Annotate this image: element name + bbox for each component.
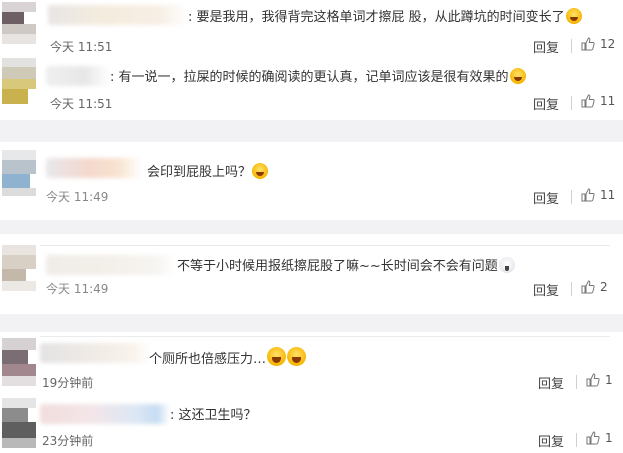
comment-text: : 这还卫生吗？ [170, 408, 257, 423]
comment-text: 不等于小时候用报纸擦屁股了嘛~~长时间会不会有问题 [177, 257, 515, 276]
reply-button[interactable]: 回复 [533, 280, 559, 299]
like-count: 2 [600, 280, 608, 294]
username-blurred[interactable] [46, 255, 176, 275]
section-gap [0, 220, 623, 234]
reply-button[interactable]: 回复 [533, 94, 559, 113]
timestamp: 19分钟前 [42, 376, 94, 390]
reply-button[interactable]: 回复 [533, 37, 559, 56]
section-gap [0, 120, 623, 142]
timestamp: 今天 11:51 [50, 40, 113, 54]
like-button[interactable]: 1 [586, 373, 613, 387]
section-gap [0, 314, 623, 332]
laugh-emoji [287, 347, 307, 366]
avatar[interactable] [2, 398, 36, 448]
thumbs-up-icon [581, 280, 595, 294]
like-count: 12 [600, 37, 616, 51]
avatar[interactable] [2, 2, 36, 44]
like-count: 11 [600, 94, 616, 108]
thumbs-up-icon [581, 37, 595, 51]
laugh-emoji [267, 347, 287, 366]
comment-3 [0, 142, 623, 220]
laugh-emoji [565, 8, 582, 24]
timestamp: 23分钟前 [42, 434, 94, 448]
like-count: 1 [605, 373, 613, 387]
timestamp: 今天 11:49 [46, 190, 109, 204]
username-blurred[interactable] [48, 5, 188, 25]
timestamp: 今天 11:51 [50, 97, 113, 111]
divider [571, 39, 572, 53]
divider [571, 190, 572, 204]
avatar[interactable] [2, 150, 36, 196]
divider [571, 282, 572, 296]
username-blurred[interactable] [40, 404, 170, 424]
thumbs-up-icon [586, 373, 600, 387]
comment-text: : 有一说一，拉屎的时候的确阅读的更认真，记单词应该是很有效果的 [110, 68, 526, 87]
username-blurred[interactable] [46, 66, 110, 86]
comment-text: 会印到屁股上吗？ [147, 163, 269, 182]
divider [571, 96, 572, 110]
avatar[interactable] [2, 58, 36, 104]
thumbs-up-icon [581, 188, 595, 202]
like-button[interactable]: 12 [581, 37, 615, 51]
timestamp: 今天 11:49 [46, 282, 109, 296]
reply-button[interactable]: 回复 [538, 431, 564, 450]
avatar[interactable] [2, 338, 36, 386]
divider [40, 245, 610, 246]
like-count: 1 [605, 431, 613, 445]
laugh-emoji [252, 163, 269, 179]
divider [576, 433, 577, 447]
like-button[interactable]: 11 [581, 188, 615, 202]
username-blurred[interactable] [40, 343, 150, 363]
like-button[interactable]: 2 [581, 280, 608, 294]
reply-button[interactable]: 回复 [538, 373, 564, 392]
thumbs-up-icon [586, 431, 600, 445]
username-blurred[interactable] [46, 158, 142, 178]
divider [576, 375, 577, 389]
like-button[interactable]: 11 [581, 94, 615, 108]
avatar[interactable] [2, 245, 36, 291]
ghost-emoji [498, 257, 515, 273]
like-button[interactable]: 1 [586, 431, 613, 445]
cry-laugh-emoji [509, 68, 526, 84]
divider [40, 336, 610, 337]
like-count: 11 [600, 188, 616, 202]
comment-text: : 要是我用，我得背完这格单词才擦屁 股，从此蹲坑的时间变长了 [188, 8, 582, 27]
reply-button[interactable]: 回复 [533, 188, 559, 207]
thumbs-up-icon [581, 94, 595, 108]
comment-text: 个厕所也倍感压力… [149, 347, 307, 369]
